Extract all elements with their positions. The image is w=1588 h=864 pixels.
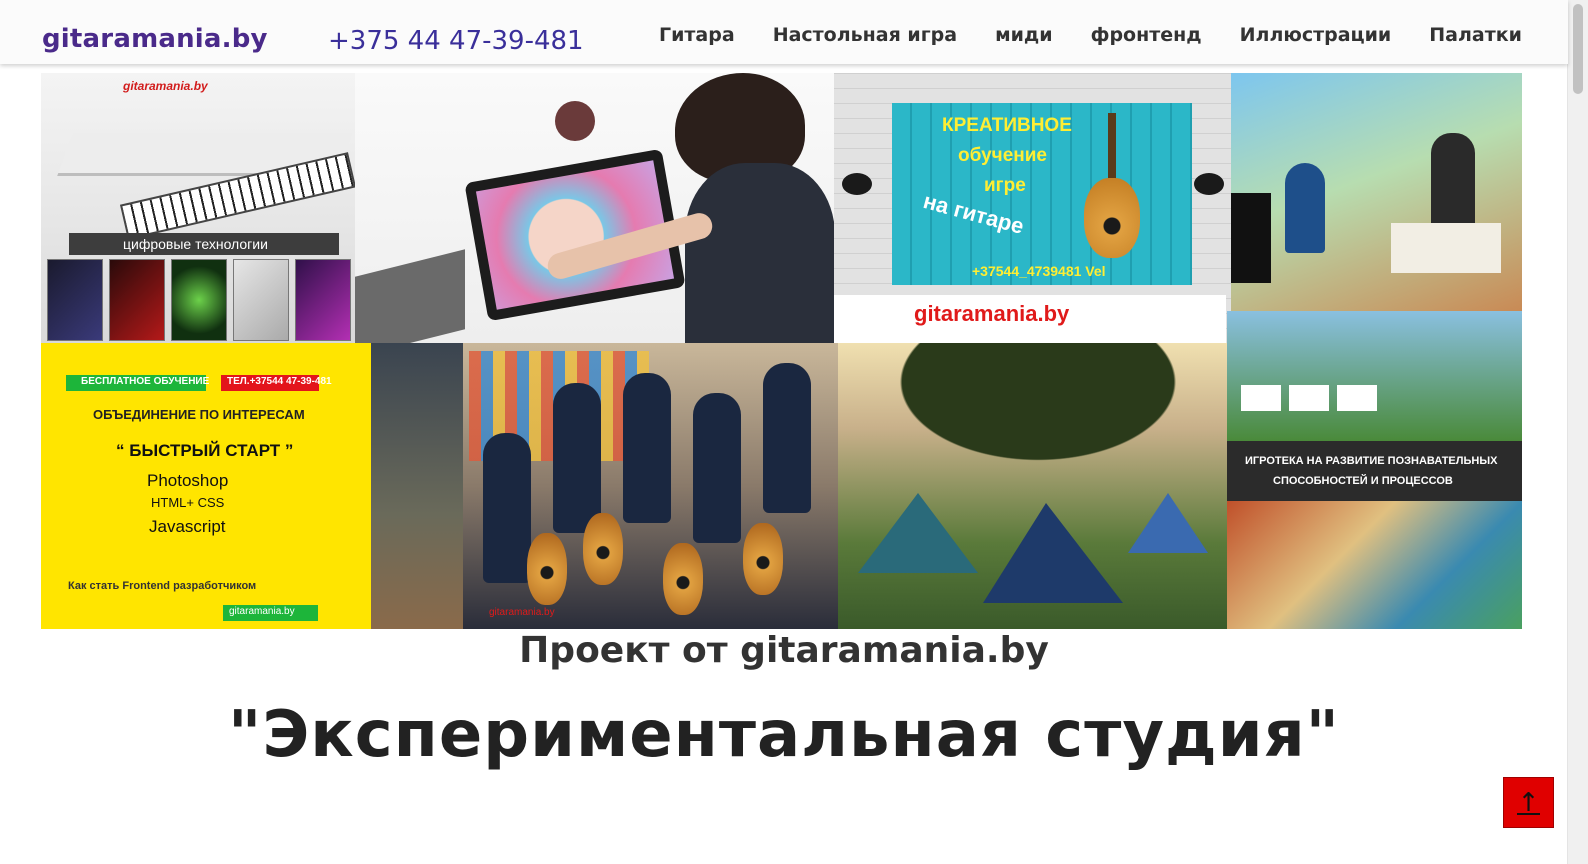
- phone-link[interactable]: +375 44 47-39-481: [328, 26, 584, 56]
- games-line-2: СПОСОБНОСТЕЙ И ПРОЦЕССОВ: [1273, 475, 1453, 487]
- software-box: [295, 259, 351, 341]
- course-site: gitaramania.by: [229, 606, 295, 617]
- guitar-icon: [743, 523, 783, 595]
- tile-tents[interactable]: [838, 343, 1227, 629]
- course-htmlcss: HTML+ CSS: [151, 495, 225, 510]
- guitar-icon: [1084, 178, 1140, 258]
- course-javascript: Javascript: [149, 517, 226, 536]
- nav-item-tents[interactable]: Палатки: [1429, 24, 1522, 54]
- course-howto: Как стать Frontend разработчиком: [68, 580, 257, 592]
- flower-image: [555, 101, 595, 141]
- site-header: gitaramania.by +375 44 47-39-481 Гитара …: [0, 0, 1568, 64]
- tile-illustration[interactable]: [355, 73, 834, 343]
- arrow-up-baseline: [1517, 813, 1540, 815]
- tile-digital-caption: цифровые технологии: [123, 236, 268, 252]
- creative-line-1: КРЕАТИВНОЕ: [942, 115, 1072, 136]
- project-subtitle: Проект от gitaramania.by: [519, 630, 1049, 671]
- software-box: [109, 259, 165, 341]
- software-box: [47, 259, 103, 341]
- tile-board-games[interactable]: ИГРОТЕКА НА РАЗВИТИЕ ПОЗНАВАТЕЛЬНЫХ СПОС…: [1227, 311, 1522, 629]
- hero-collage: gitaramania.by цифровые технологии КРЕАТ…: [41, 73, 1522, 629]
- table-image: [1391, 223, 1501, 273]
- laptop-image: [355, 249, 465, 343]
- tile-guitar-group[interactable]: gitaramania.by: [463, 343, 838, 629]
- guitar-icon: [663, 543, 703, 615]
- student-figure: [693, 393, 741, 543]
- creative-line-2: обучение: [958, 145, 1047, 166]
- guitar-icon: [583, 513, 623, 585]
- tent-icon: [858, 493, 978, 573]
- tent-icon: [983, 503, 1123, 603]
- tile-frontend-course[interactable]: БЕСПЛАТНОЕ ОБУЧЕНИЕ ТЕЛ.+37544 47-39-481…: [41, 343, 463, 629]
- nav-item-midi[interactable]: миди: [995, 24, 1053, 54]
- tile-creative-guitar[interactable]: КРЕАТИВНОЕ обучение игре на гитаре +3754…: [834, 73, 1231, 343]
- scrollbar-thumb[interactable]: [1573, 4, 1583, 94]
- workspace-photo: [371, 343, 463, 629]
- software-box: [233, 259, 289, 341]
- creative-line-3: игре: [984, 175, 1026, 196]
- scrollbar[interactable]: [1567, 0, 1588, 864]
- studio-lamp-icon: [842, 173, 872, 195]
- student-figure: [483, 433, 531, 583]
- tree-canopy: [878, 343, 1198, 473]
- student-figure: [623, 373, 671, 523]
- nav-item-illustrations[interactable]: Иллюстрации: [1240, 24, 1392, 54]
- piano-image: [1231, 193, 1271, 283]
- software-box: [171, 259, 227, 341]
- group-watermark: gitaramania.by: [489, 607, 555, 618]
- creative-site: gitaramania.by: [914, 301, 1070, 326]
- games-caption-band: [1227, 441, 1522, 501]
- guitar-icon: [527, 533, 567, 605]
- arrow-up-icon: ↑: [1517, 787, 1540, 818]
- main-nav: Гитара Настольная игра миди фронтенд Илл…: [640, 24, 1541, 54]
- nav-item-guitar[interactable]: Гитара: [659, 24, 735, 54]
- student-figure: [553, 383, 601, 533]
- child-figure: [1431, 133, 1475, 233]
- course-quick-start: “ БЫСТРЫЙ СТАРТ ”: [116, 441, 294, 460]
- games-line-1: ИГРОТЕКА НА РАЗВИТИЕ ПОЗНАВАТЕЛЬНЫХ: [1245, 455, 1498, 467]
- nav-item-board-game[interactable]: Настольная игра: [773, 24, 957, 54]
- logo-link[interactable]: gitaramania.by: [42, 24, 268, 54]
- child-figure: [1285, 163, 1325, 253]
- guitar-neck: [1108, 113, 1116, 183]
- course-group: ОБЪЕДИНЕНИЕ ПО ИНТЕРЕСАМ: [93, 407, 305, 422]
- nav-item-frontend[interactable]: фронтенд: [1091, 24, 1202, 54]
- event-tents: [1241, 385, 1381, 411]
- tile-classroom[interactable]: [1231, 73, 1522, 311]
- studio-lamp-icon: [1194, 173, 1224, 195]
- free-badge-text: БЕСПЛАТНОЕ ОБУЧЕНИЕ: [81, 376, 210, 387]
- board-games-photo: [1227, 501, 1522, 629]
- creative-phone: +37544_4739481 Vel: [972, 263, 1106, 279]
- student-figure: [763, 363, 811, 513]
- artist-body: [685, 163, 834, 343]
- software-boxes: [47, 259, 351, 341]
- tile-digital-technologies[interactable]: gitaramania.by цифровые технологии: [41, 73, 355, 343]
- page-title: "Экспериментальная студия": [227, 698, 1341, 772]
- tel-badge-text: ТЕЛ.+37544 47-39-481: [227, 376, 332, 387]
- outdoor-event-photo: [1227, 311, 1522, 441]
- tent-icon: [1128, 493, 1208, 553]
- course-photoshop: Photoshop: [147, 471, 229, 490]
- tile-digital-brand: gitaramania.by: [123, 79, 208, 93]
- back-to-top-button[interactable]: ↑: [1503, 777, 1554, 828]
